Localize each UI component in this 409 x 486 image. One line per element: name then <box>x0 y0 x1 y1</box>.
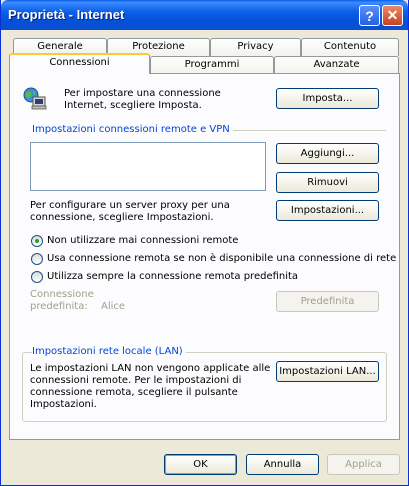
connections-listbox[interactable] <box>30 142 266 191</box>
window-title: Proprietà - Internet <box>8 7 125 22</box>
setup-text-line1: Per impostare una connessione <box>64 88 221 99</box>
lan-settings-button[interactable]: Impostazioni LAN... <box>276 361 379 382</box>
tab-avanzate[interactable]: Avanzate <box>274 56 399 74</box>
setup-text-line2: Internet, scegliere Imposta. <box>64 100 202 111</box>
tab-programmi[interactable]: Programmi <box>150 56 274 74</box>
default-connection-value: Alice <box>101 301 126 312</box>
remove-button[interactable]: Rimuovi <box>276 172 379 193</box>
radio-always-dial[interactable] <box>31 271 43 283</box>
dialup-group-line <box>220 130 386 131</box>
lan-text-line1: Le impostazioni LAN non vengono applicat… <box>30 363 271 374</box>
tab-privacy[interactable]: Privacy <box>210 38 301 56</box>
apply-button[interactable]: Applica <box>327 454 400 475</box>
close-button[interactable]: ✕ <box>382 5 403 26</box>
lan-text-line3: connessione remota, scegliere il pulsant… <box>30 387 238 398</box>
lan-text-line4: Impostazioni. <box>30 399 97 410</box>
cancel-button[interactable]: Annulla <box>246 454 319 475</box>
radio-never-dial[interactable] <box>31 235 43 247</box>
internet-properties-dialog: Proprietà - Internet ? ✕ Generale Protez… <box>0 0 409 486</box>
setup-button[interactable]: Imposta... <box>276 88 379 109</box>
radio-dial-when-no-network-label[interactable]: Usa connessione remota se non è disponib… <box>47 253 396 265</box>
help-button[interactable]: ? <box>359 5 380 26</box>
proxy-settings-button[interactable]: Impostazioni... <box>276 200 379 221</box>
proxy-text-line1: Per configurare un server proxy per una <box>30 200 230 211</box>
set-default-button[interactable]: Predefinita <box>276 291 379 312</box>
default-connection-label-line2: predefinita: <box>30 301 88 312</box>
radio-never-dial-label[interactable]: Non utilizzare mai connessioni remote <box>47 235 238 247</box>
network-computer-icon <box>22 87 48 111</box>
tab-contenuto[interactable]: Contenuto <box>301 38 399 56</box>
tab-connessioni[interactable]: Connessioni <box>9 53 150 74</box>
radio-always-dial-label[interactable]: Utilizza sempre la connessione remota pr… <box>47 271 298 283</box>
dialup-group-title: Impostazioni connessioni remote e VPN <box>32 124 233 136</box>
ok-button[interactable]: OK <box>164 454 237 475</box>
title-bar[interactable]: Proprietà - Internet ? ✕ <box>1 0 408 30</box>
lan-text-line2: connessioni remote. Per le impostazioni … <box>30 375 242 386</box>
proxy-text-line2: connessione, scegliere Impostazioni. <box>30 212 214 223</box>
default-connection-label-line1: Connessione <box>30 289 94 300</box>
add-button[interactable]: Aggiungi... <box>276 143 379 164</box>
connections-panel: Per impostare una connessione Internet, … <box>9 73 400 440</box>
radio-dial-when-no-network[interactable] <box>31 253 43 265</box>
lan-group-title: Impostazioni rete locale (LAN) <box>32 346 186 358</box>
